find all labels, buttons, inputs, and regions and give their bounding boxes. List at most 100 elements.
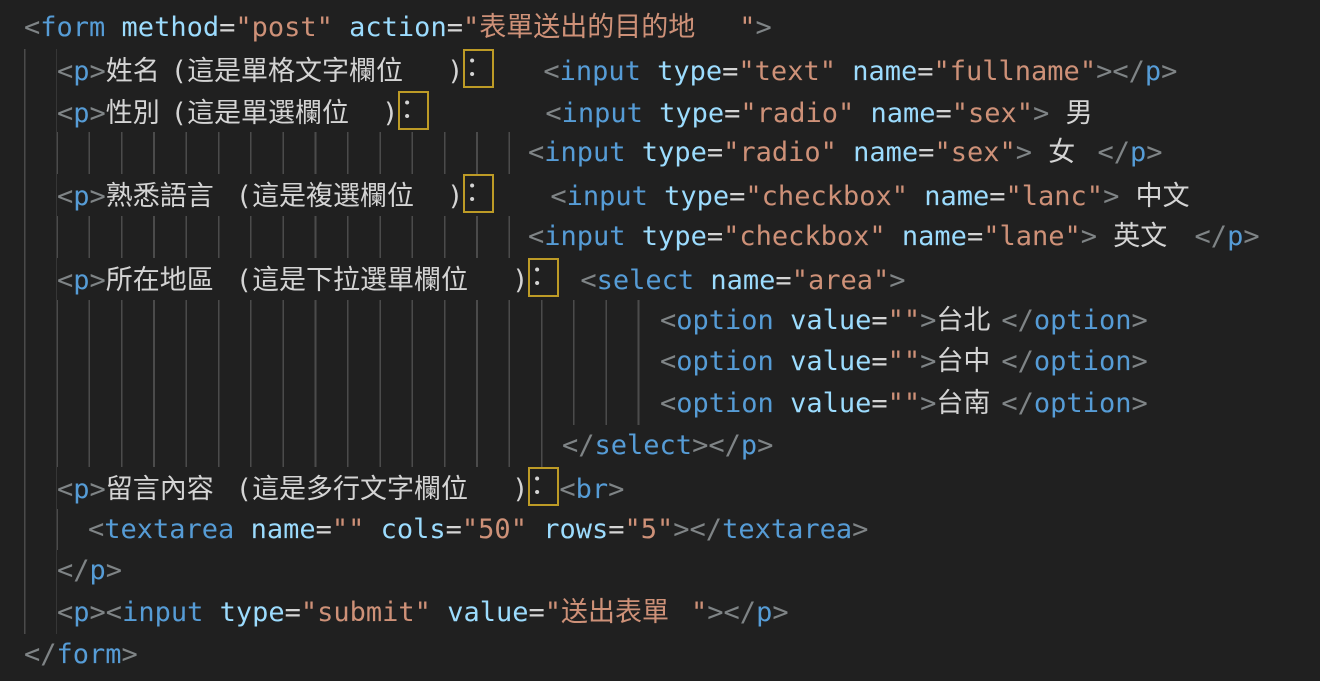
code-token: 表單送出的目的地: [479, 7, 739, 49]
indent-guides: [24, 216, 528, 258]
code-token: value: [431, 597, 529, 628]
indent-guides: [24, 132, 528, 174]
code-token: >: [673, 514, 689, 545]
code-token: 台南: [936, 383, 1001, 425]
code-token: ): [447, 56, 463, 87]
code-line[interactable]: <option value="">台北</option>: [24, 300, 1320, 342]
code-token: textarea: [722, 514, 852, 545]
code-token: >: [608, 474, 624, 505]
code-token: <: [57, 474, 73, 505]
code-line[interactable]: <input type="checkbox" name="lane"> 英文 <…: [24, 216, 1320, 258]
code-token: <: [660, 305, 676, 336]
code-line[interactable]: <p>熟悉語言(這是複選欄位)：<input type="checkbox" n…: [24, 174, 1320, 216]
code-area[interactable]: <form method="post" action="表單送出的目的地"><p…: [24, 7, 1320, 676]
code-line[interactable]: <form method="post" action="表單送出的目的地">: [24, 7, 1320, 49]
indent-guides: [24, 383, 660, 425]
code-token: >: [1161, 56, 1177, 87]
code-token: <: [660, 388, 676, 419]
code-token: =: [446, 514, 462, 545]
code-token: "submit": [301, 597, 431, 628]
code-token: =: [871, 388, 887, 419]
code-token: 這是多行文字欄位: [252, 469, 512, 511]
code-token: >: [1103, 181, 1119, 212]
code-line[interactable]: </select></p>: [24, 425, 1320, 467]
code-token: 姓名: [106, 51, 171, 93]
unicode-highlight-box: ：: [463, 49, 494, 88]
code-line[interactable]: <p><input type="submit" value="送出表單"></p…: [24, 592, 1320, 634]
code-token: ": [691, 597, 707, 628]
code-token: "post": [235, 12, 333, 43]
code-line[interactable]: <textarea name="" cols="50" rows="5"></t…: [24, 509, 1320, 551]
code-token: "": [888, 305, 921, 336]
code-line[interactable]: <input type="radio" name="sex"> 女 </p>: [24, 132, 1320, 174]
code-token: 男: [1066, 93, 1099, 135]
code-token: input: [544, 137, 625, 168]
code-line[interactable]: </p>: [24, 550, 1320, 592]
code-token: "50": [462, 514, 527, 545]
code-token: >: [692, 430, 708, 461]
code-token: input: [562, 98, 643, 129]
code-line[interactable]: </form>: [24, 634, 1320, 676]
code-line[interactable]: <p>姓名(這是單格文字欄位)：<input type="text" name=…: [24, 49, 1320, 91]
code-token: option: [676, 388, 774, 419]
code-token: <: [57, 56, 73, 87]
code-token: <: [660, 346, 676, 377]
code-token: ): [512, 474, 528, 505]
code-line[interactable]: <p>性別(這是單選欄位)：<input type="radio" name="…: [24, 91, 1320, 133]
code-line[interactable]: <option value="">台中</option>: [24, 341, 1320, 383]
code-token: 台中: [936, 341, 1001, 383]
code-token: =: [871, 346, 887, 377]
code-token: rows: [527, 514, 608, 545]
code-token: "5": [625, 514, 674, 545]
code-token: ): [447, 181, 463, 212]
code-token: 這是單格文字欄位: [187, 51, 447, 93]
indent-guides: [24, 49, 57, 91]
unicode-highlight-box: ：: [398, 91, 429, 130]
code-token: "text": [738, 56, 836, 87]
code-token: =: [775, 265, 791, 296]
code-token: >: [1033, 98, 1049, 129]
code-token: 留言內容: [106, 469, 236, 511]
code-token: <: [545, 98, 561, 129]
code-token: =: [707, 137, 723, 168]
code-token: >: [757, 430, 773, 461]
code-token: >: [1243, 221, 1259, 252]
code-token: method: [105, 12, 219, 43]
code-token: option: [676, 346, 774, 377]
code-token: >: [1131, 346, 1147, 377]
code-token: 性別: [106, 93, 171, 135]
code-editor[interactable]: <form method="post" action="表單送出的目的地"><p…: [0, 0, 1320, 681]
code-token: action: [333, 12, 447, 43]
unicode-highlight-box: ：: [528, 467, 559, 506]
code-token: <: [57, 98, 73, 129]
code-token: input: [122, 597, 203, 628]
code-token: name: [234, 514, 315, 545]
code-token: 熟悉語言: [106, 176, 236, 218]
code-token: <: [57, 265, 73, 296]
code-line[interactable]: <p>留言內容(這是多行文字欄位)：<br>: [24, 467, 1320, 509]
code-token: (: [236, 265, 252, 296]
code-token: =: [316, 514, 332, 545]
code-token: <: [57, 181, 73, 212]
code-token: [1097, 221, 1113, 252]
code-token: </: [1195, 221, 1228, 252]
code-token: "checkbox": [723, 221, 886, 252]
code-token: value: [774, 305, 872, 336]
indent-guides: [24, 91, 57, 133]
indent-guides: [24, 341, 660, 383]
code-token: </: [708, 430, 741, 461]
code-token: p: [73, 474, 89, 505]
code-line[interactable]: <p>所在地區(這是下拉選單欄位)：<select name="area">: [24, 258, 1320, 300]
code-token: [1032, 137, 1048, 168]
indent-guides: [24, 467, 57, 509]
code-token: p: [73, 56, 89, 87]
indent-guides: [24, 300, 660, 342]
code-token: </: [57, 555, 90, 586]
code-token: =: [707, 221, 723, 252]
code-token: <: [24, 12, 40, 43]
code-token: 這是下拉選單欄位: [252, 260, 512, 302]
code-line[interactable]: <option value="">台南</option>: [24, 383, 1320, 425]
code-token: >: [90, 597, 106, 628]
code-token: name: [908, 181, 989, 212]
code-token: =: [967, 221, 983, 252]
